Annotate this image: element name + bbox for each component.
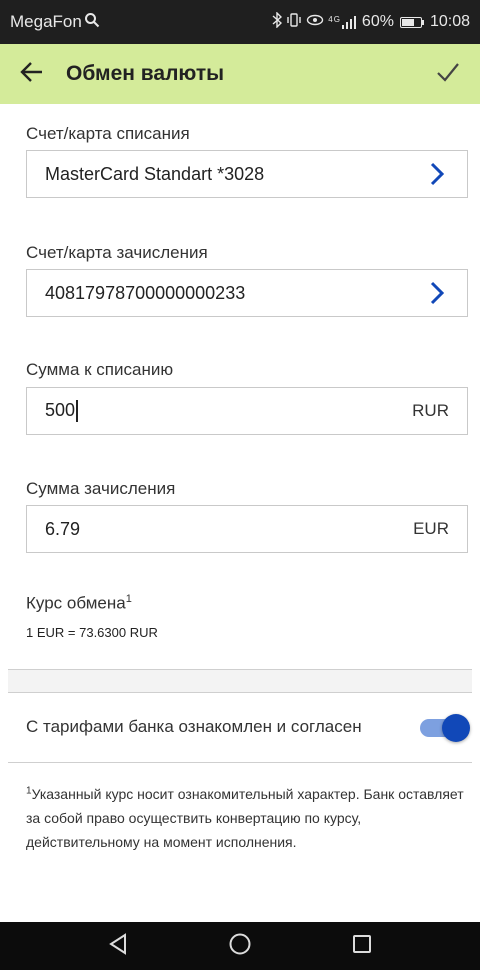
tariff-agreement-label: С тарифами банка ознакомлен и согласен: [26, 717, 362, 736]
exchange-rate-value: 1 EUR = 73.6300 RUR: [26, 625, 158, 640]
status-bar: MegaFon 4G 60% 10:08: [0, 0, 480, 44]
footnote: 1Указанный курс носит ознакомительный ха…: [26, 782, 466, 854]
nav-home-button[interactable]: [224, 930, 256, 962]
divider: [8, 762, 472, 763]
bluetooth-icon: [272, 10, 283, 33]
search-icon: [84, 12, 100, 33]
carrier-name: MegaFon: [10, 12, 82, 31]
chevron-right-icon: [425, 278, 449, 308]
chevron-right-icon: [425, 159, 449, 189]
clock: 10:08: [429, 13, 470, 30]
debit-amount-label: Сумма к списанию: [26, 360, 174, 379]
status-bar-left: MegaFon: [10, 12, 100, 33]
signal-icon: 4G: [328, 15, 356, 29]
debit-currency: RUR: [412, 401, 449, 420]
tariff-agreement-toggle[interactable]: [420, 713, 472, 743]
triangle-back-icon: [108, 932, 128, 960]
back-button[interactable]: [16, 58, 48, 90]
battery-percent: 60%: [361, 13, 394, 30]
system-navigation-bar: [0, 922, 480, 970]
debit-amount-value: 500: [45, 399, 76, 420]
debit-account-selector[interactable]: MasterCard Standart *3028: [26, 150, 468, 198]
battery-icon: [399, 16, 424, 28]
credit-currency: EUR: [413, 519, 449, 538]
section-gap: [8, 670, 472, 692]
circle-home-icon: [228, 932, 252, 961]
divider: [8, 692, 472, 693]
status-icons: 4G: [272, 10, 356, 33]
credit-amount-label: Сумма зачисления: [26, 479, 176, 498]
nav-recents-button[interactable]: [346, 930, 378, 962]
credit-amount-input[interactable]: 6.79 EUR: [26, 505, 468, 553]
arrow-left-icon: [20, 61, 44, 88]
vibrate-icon: [286, 12, 302, 32]
footnote-mark: 1: [125, 593, 132, 605]
credit-account-selector[interactable]: 40817978700000000233: [26, 269, 468, 317]
footnote-text: Указанный курс носит ознакомительный хар…: [26, 786, 464, 850]
toggle-knob: [442, 714, 470, 742]
credit-account-label: Счет/карта зачисления: [26, 243, 208, 262]
debit-account-label: Счет/карта списания: [26, 124, 190, 143]
debit-account-value: MasterCard Standart *3028: [45, 163, 265, 184]
credit-amount-value: 6.79: [45, 518, 81, 539]
credit-account-value: 40817978700000000233: [45, 282, 246, 303]
debit-amount-field[interactable]: 500: [45, 399, 412, 423]
nav-back-button[interactable]: [102, 930, 134, 962]
check-icon: [436, 62, 460, 87]
text-caret: [76, 400, 78, 423]
eye-icon: [306, 13, 324, 32]
exchange-rate-label: Курс обмена: [26, 593, 126, 613]
debit-amount-input[interactable]: 500 RUR: [26, 387, 468, 435]
status-bar-right: 4G 60% 10:08: [272, 10, 470, 33]
network-type: 4G: [328, 15, 341, 24]
square-recents-icon: [351, 933, 373, 960]
confirm-button[interactable]: [430, 56, 466, 92]
exchange-rate-title: Курс обмена1: [26, 593, 132, 614]
app-bar: Обмен валюты: [0, 44, 480, 104]
page-title: Обмен валюты: [66, 62, 225, 85]
